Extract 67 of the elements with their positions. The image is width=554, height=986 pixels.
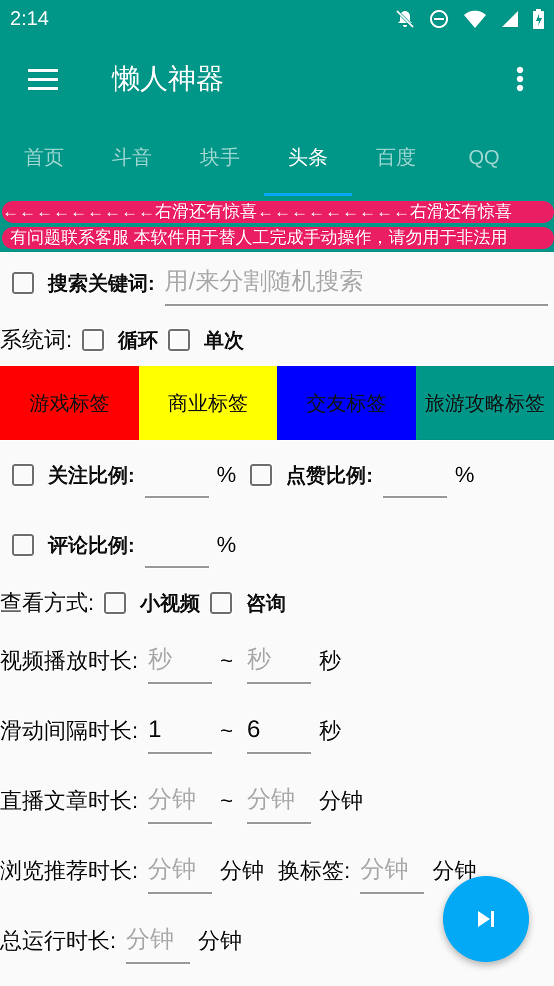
notice-banner: 有问题联系客服 本软件用于替人工完成手动操作，请勿用于非法用 xyxy=(2,227,554,249)
do-not-disturb-icon xyxy=(429,9,449,29)
checkbox[interactable] xyxy=(104,592,126,614)
input-field[interactable]: 6 xyxy=(246,708,311,754)
field-label: 系统词: xyxy=(0,326,72,354)
field-label: 视频播放时长: xyxy=(0,647,138,675)
field-label: 总运行时长: xyxy=(0,927,116,955)
field-label: 查看方式: xyxy=(0,589,94,617)
wifi-icon xyxy=(463,9,487,29)
unit-text: 分钟 xyxy=(198,927,242,955)
field-label: 浏览推荐时长: xyxy=(0,857,138,885)
tab[interactable]: 首页 xyxy=(0,120,88,196)
unit-text: 秒 xyxy=(318,717,341,745)
tab[interactable]: 百度 xyxy=(352,120,440,196)
signal-icon xyxy=(501,10,519,28)
unit-text: % xyxy=(454,462,474,488)
checkbox[interactable] xyxy=(12,464,34,486)
checkbox-label: 评论比例: xyxy=(48,534,135,558)
input-field[interactable]: 秒 xyxy=(148,638,212,684)
input-field[interactable]: 1 xyxy=(148,708,212,754)
app-title: 懒人神器 xyxy=(112,62,225,96)
unit-text: 分钟 xyxy=(220,857,264,885)
input-field[interactable]: 分钟 xyxy=(148,778,212,824)
unit-text: ~ xyxy=(220,648,233,674)
checkbox-label: 循环 xyxy=(118,328,158,354)
unit-text: % xyxy=(216,462,236,488)
checkbox[interactable] xyxy=(82,329,104,351)
input-field[interactable]: 分钟 xyxy=(246,778,311,824)
search-field[interactable]: 用/来分割随机搜索 xyxy=(164,260,548,306)
tag-button[interactable]: 商业标签 xyxy=(138,366,277,440)
status-time: 2:14 xyxy=(10,8,49,30)
input-field[interactable]: 分钟 xyxy=(126,918,190,964)
checkbox-label: 单次 xyxy=(204,328,244,354)
tag-button[interactable]: 交友标签 xyxy=(277,366,416,440)
field-label: 滑动间隔时长: xyxy=(0,717,138,745)
skip-next-icon xyxy=(476,909,496,929)
tab[interactable]: 块手 xyxy=(176,120,264,196)
checkbox[interactable] xyxy=(168,329,190,351)
input-field[interactable]: 秒 xyxy=(246,638,311,684)
checkbox[interactable] xyxy=(210,592,232,614)
unit-text: ~ xyxy=(220,718,233,744)
battery-icon xyxy=(533,9,544,29)
input-field[interactable]: 分钟 xyxy=(360,848,424,894)
input-field[interactable]: 分钟 xyxy=(148,848,212,894)
checkbox[interactable] xyxy=(12,534,34,556)
checkbox-label: 咨询 xyxy=(246,592,286,616)
checkbox-label: 小视频 xyxy=(140,592,200,616)
tag-button[interactable]: 游戏标签 xyxy=(0,366,138,440)
field-label: 换标签: xyxy=(278,857,350,885)
checkbox[interactable] xyxy=(250,464,272,486)
unit-text: ~ xyxy=(220,788,233,814)
checkbox-label: 关注比例: xyxy=(48,464,135,488)
checkbox[interactable] xyxy=(12,272,34,294)
notice-banner: ←←←←←←←←←右滑还有惊喜←←←←←←←←←右滑还有惊喜 xyxy=(2,201,554,223)
checkbox-label: 点赞比例: xyxy=(286,464,373,488)
unit-text: 分钟 xyxy=(432,857,476,885)
checkbox-label: 搜索关键词: xyxy=(48,272,155,296)
menu-icon[interactable] xyxy=(28,68,58,90)
unit-text: % xyxy=(216,532,236,558)
tab[interactable]: 斗音 xyxy=(88,120,176,196)
unit-text: 秒 xyxy=(318,647,341,675)
bell-off-icon xyxy=(395,9,415,29)
tab[interactable]: QQ xyxy=(440,120,528,196)
field-label: 直播文章时长: xyxy=(0,787,138,815)
tag-button[interactable]: 旅游攻略标签 xyxy=(416,366,554,440)
more-options-icon[interactable] xyxy=(516,66,524,92)
unit-text: 分钟 xyxy=(318,787,363,815)
